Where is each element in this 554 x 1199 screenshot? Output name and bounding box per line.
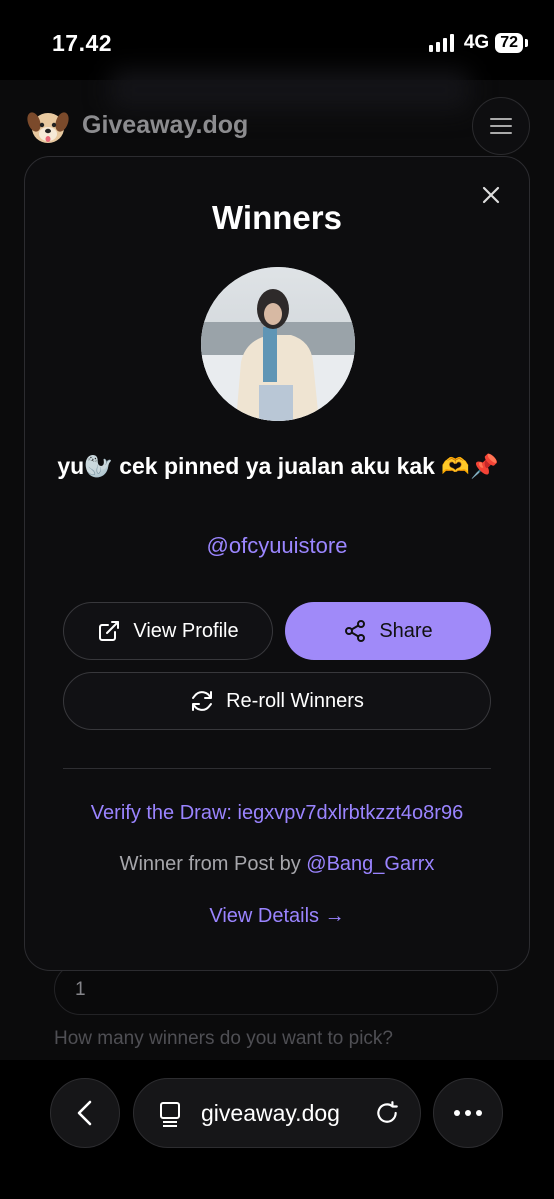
- post-author-link[interactable]: @Bang_Garrx: [306, 853, 434, 875]
- winner-avatar: [201, 267, 355, 421]
- dog-logo-icon[interactable]: [26, 104, 70, 148]
- browser-toolbar: giveaway.dog: [0, 1060, 554, 1199]
- share-label: Share: [379, 619, 433, 642]
- menu-icon: [490, 118, 512, 134]
- address-bar[interactable]: giveaway.dog: [133, 1078, 421, 1148]
- more-icon: [454, 1110, 460, 1116]
- site-name[interactable]: Giveaway.dog: [82, 111, 248, 140]
- refresh-icon: [192, 691, 213, 711]
- signal-icon: [428, 34, 454, 52]
- winner-from-prefix: Winner from Post by: [119, 853, 307, 875]
- view-details-link[interactable]: View Details →: [25, 905, 529, 928]
- view-profile-button[interactable]: View Profile: [63, 602, 273, 660]
- view-profile-label: View Profile: [133, 619, 239, 642]
- share-button[interactable]: Share: [285, 602, 491, 660]
- battery-level: 72: [495, 33, 523, 53]
- back-button[interactable]: [50, 1078, 120, 1148]
- verify-draw-link[interactable]: Verify the Draw: iegxvpv7dxlrbtkzzt4o8r9…: [25, 802, 529, 825]
- back-icon: [77, 1100, 92, 1126]
- winner-handle[interactable]: @ofcyuuistore: [25, 533, 529, 559]
- winner-from-text: Winner from Post by @Bang_Garrx: [25, 853, 529, 876]
- blurred-banner: [110, 70, 470, 110]
- divider: [63, 768, 491, 769]
- reroll-label: Re-roll Winners: [226, 689, 364, 712]
- reload-icon[interactable]: [374, 1100, 400, 1126]
- status-right: 4G 72: [428, 32, 528, 54]
- tabs-icon: [160, 1102, 180, 1127]
- winner-display-name: yu🦭 cek pinned ya jualan aku kak 🫶📌: [57, 453, 499, 479]
- winners-count-help: How many winners do you want to pick?: [54, 1028, 393, 1049]
- url-text[interactable]: giveaway.dog: [201, 1100, 340, 1127]
- more-button[interactable]: [433, 1078, 503, 1148]
- menu-button[interactable]: [472, 97, 530, 155]
- status-time: 17.42: [52, 30, 113, 56]
- share-icon: [345, 620, 366, 642]
- network-label: 4G: [463, 32, 490, 53]
- battery-icon: 72: [495, 33, 528, 53]
- reroll-winners-button[interactable]: Re-roll Winners: [63, 672, 491, 730]
- status-bar: 17.42 4G 72: [0, 0, 554, 80]
- external-link-icon: [99, 621, 120, 641]
- winners-modal: Winners yu🦭 cek pinned ya jualan aku kak…: [24, 156, 530, 971]
- modal-title: Winners: [212, 199, 342, 236]
